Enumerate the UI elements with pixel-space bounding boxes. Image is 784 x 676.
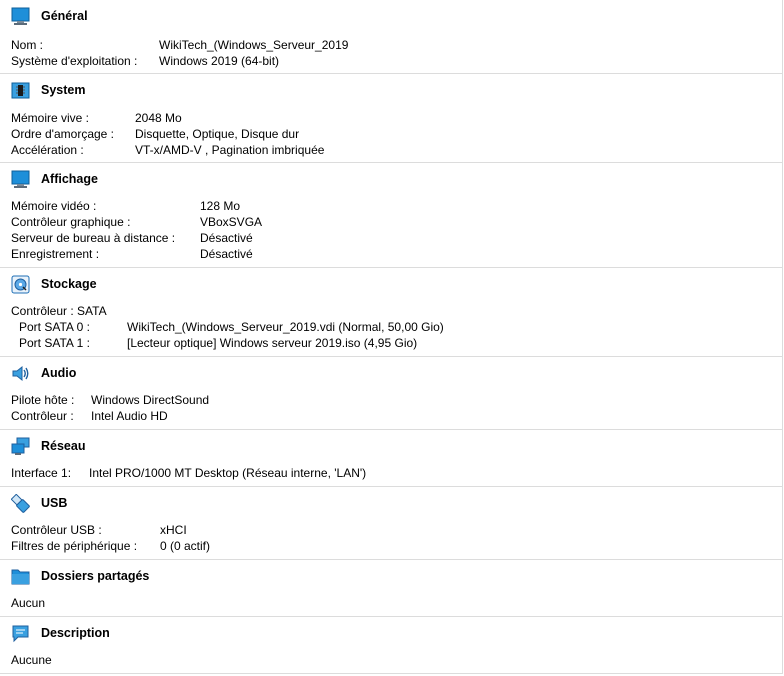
section-storage-header[interactable]: Stockage [0, 268, 782, 298]
usb-controller-label: Contrôleur USB : [11, 523, 102, 537]
system-memory-label: Mémoire vive : [11, 111, 90, 125]
audio-controller-label: Contrôleur : [11, 409, 74, 423]
general-os-value: Windows 2019 (64-bit) [159, 54, 280, 68]
network-adapter1-value: Intel PRO/1000 MT Desktop (Réseau intern… [89, 466, 367, 480]
section-general-header[interactable]: Général [0, 0, 782, 30]
folder-icon [11, 567, 30, 586]
display-recording-value: Désactivé [200, 247, 253, 261]
chip-icon [11, 81, 30, 100]
section-network: Réseau Interface 1: Intel PRO/1000 MT De… [0, 430, 783, 487]
display-recording-label: Enregistrement : [11, 247, 100, 261]
display-controller-label: Contrôleur graphique : [11, 215, 131, 229]
shared-folders-value: Aucun [11, 596, 46, 610]
network-icon [11, 437, 30, 456]
section-shared-folders: Dossiers partagés Aucun [0, 560, 783, 617]
section-system-header[interactable]: System [0, 74, 782, 104]
system-boot-label: Ordre d'amorçage : [11, 127, 115, 141]
display-rdp-label: Serveur de bureau à distance : [11, 231, 176, 245]
section-description-title: Description [41, 626, 110, 640]
section-display-header[interactable]: Affichage [0, 163, 782, 193]
general-name-label: Nom : [11, 38, 44, 52]
section-storage-title: Stockage [41, 277, 97, 291]
display-controller-value: VBoxSVGA [200, 215, 263, 229]
section-description-header[interactable]: Description [0, 617, 782, 647]
display-icon [11, 170, 30, 189]
section-audio: Audio Pilote hôte : Windows DirectSound … [0, 357, 783, 430]
general-os-label: Système d'exploitation : [11, 54, 138, 68]
vm-details-panel: Général Nom : WikiTech_(Windows_Serveur_… [0, 0, 784, 676]
system-accel-value: VT-x/AMD-V , Pagination imbriquée [135, 143, 325, 157]
section-usb: USB Contrôleur USB : xHCI Filtres de pér… [0, 487, 783, 560]
section-system: System Mémoire vive : 2048 Mo Ordre d'am… [0, 74, 783, 163]
section-shared-folders-title: Dossiers partagés [41, 569, 150, 583]
system-accel-label: Accélération : [11, 143, 84, 157]
section-general-title: Général [41, 9, 88, 23]
audio-driver-label: Pilote hôte : [11, 393, 75, 407]
network-adapter1-label: Interface 1: [11, 466, 72, 480]
usb-filters-label: Filtres de périphérique : [11, 539, 138, 553]
system-memory-value: 2048 Mo [135, 111, 182, 125]
storage-port1-value: [Lecteur optique] Windows serveur 2019.i… [127, 336, 418, 350]
section-general: Général Nom : WikiTech_(Windows_Serveur_… [0, 0, 783, 74]
display-vram-value: 128 Mo [200, 199, 241, 213]
audio-driver-value: Windows DirectSound [91, 393, 210, 407]
section-system-title: System [41, 83, 86, 97]
section-storage: Stockage Contrôleur : SATA Port SATA 0 :… [0, 268, 783, 357]
general-name-value: WikiTech_(Windows_Serveur_2019 [159, 38, 349, 52]
display-vram-label: Mémoire vidéo : [11, 199, 97, 213]
storage-port1-label: Port SATA 1 : [19, 336, 90, 350]
section-display-title: Affichage [41, 172, 98, 186]
display-rdp-value: Désactivé [200, 231, 253, 245]
description-value: Aucune [11, 653, 52, 667]
usb-filters-value: 0 (0 actif) [160, 539, 211, 553]
speech-bubble-icon [11, 624, 30, 643]
section-audio-title: Audio [41, 366, 77, 380]
section-shared-folders-header[interactable]: Dossiers partagés [0, 560, 782, 590]
usb-icon [11, 494, 30, 513]
audio-controller-value: Intel Audio HD [91, 409, 168, 423]
storage-port0-value: WikiTech_(Windows_Serveur_2019.vdi (Norm… [127, 320, 444, 334]
section-description: Description Aucune [0, 617, 783, 674]
section-usb-header[interactable]: USB [0, 487, 782, 517]
section-network-header[interactable]: Réseau [0, 430, 782, 460]
storage-port0-label: Port SATA 0 : [19, 320, 90, 334]
monitor-icon [11, 7, 30, 26]
speaker-icon [11, 364, 30, 383]
section-audio-header[interactable]: Audio [0, 357, 782, 387]
usb-controller-value: xHCI [160, 523, 187, 537]
section-network-title: Réseau [41, 439, 86, 453]
storage-controller-label: Contrôleur : SATA [11, 304, 107, 318]
section-usb-title: USB [41, 496, 68, 510]
section-display: Affichage Mémoire vidéo : 128 Mo Contrôl… [0, 163, 783, 268]
system-boot-value: Disquette, Optique, Disque dur [135, 127, 300, 141]
storage-icon [11, 275, 30, 294]
